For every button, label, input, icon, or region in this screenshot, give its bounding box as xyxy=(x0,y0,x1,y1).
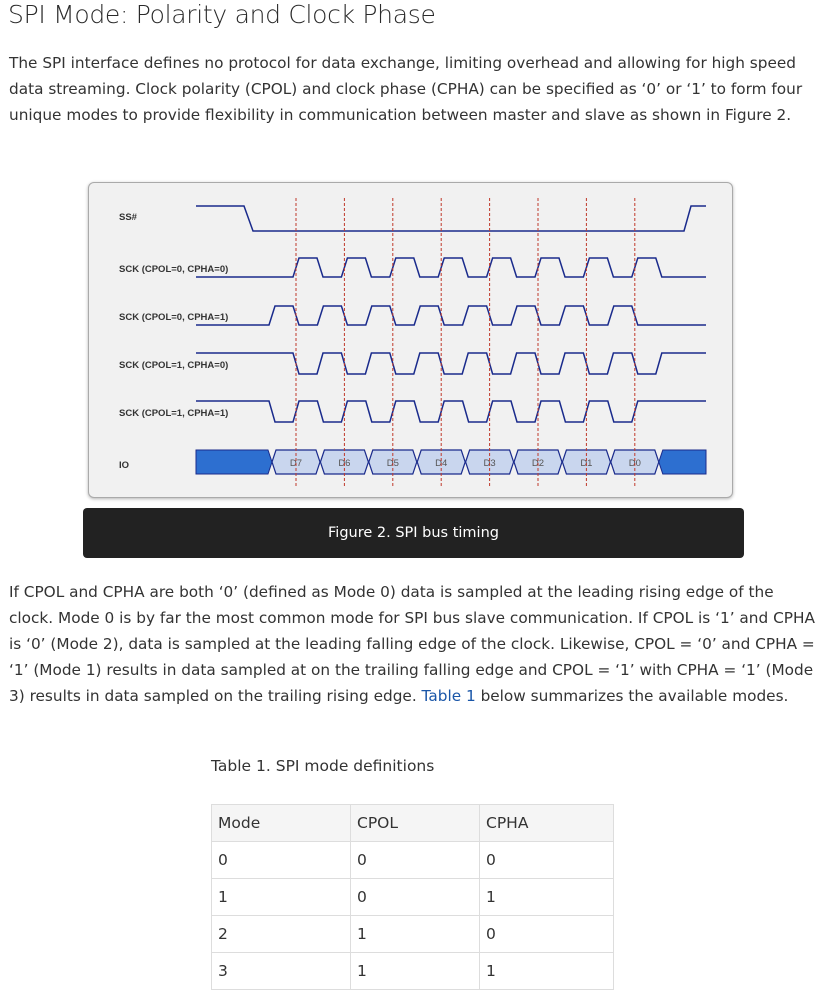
cell: 0 xyxy=(211,841,351,879)
sck-mode1-waveform xyxy=(196,305,706,326)
cell: 3 xyxy=(211,952,351,990)
cell: 0 xyxy=(479,841,614,879)
signal-label: SCK (CPOL=0, CPHA=0) xyxy=(119,264,228,275)
table-header-row: Mode CPOL CPHA xyxy=(211,804,614,842)
signal-label: SCK (CPOL=1, CPHA=0) xyxy=(119,360,228,371)
cell: 0 xyxy=(479,915,614,953)
table-row: 311 xyxy=(211,952,614,990)
io-idle-end xyxy=(658,449,707,475)
table-row: 000 xyxy=(211,841,614,879)
table-1-link[interactable]: Table 1 xyxy=(422,687,476,705)
cell: 0 xyxy=(350,841,480,879)
header-cpol: CPOL xyxy=(350,804,480,842)
body-text-end: below summarizes the available modes. xyxy=(475,687,789,705)
sck-mode0-waveform xyxy=(196,257,706,278)
spi-mode-table: Mode CPOL CPHA 000 101 210 311 xyxy=(211,804,614,990)
intro-paragraph: The SPI interface defines no protocol fo… xyxy=(9,54,803,124)
io-idle-start xyxy=(195,449,273,475)
table-row: 210 xyxy=(211,915,614,953)
cell: 1 xyxy=(350,915,480,953)
table-caption: Table 1. SPI mode definitions xyxy=(211,757,435,775)
table-row: 101 xyxy=(211,878,614,916)
sck-mode3-waveform xyxy=(196,400,706,423)
cell: 2 xyxy=(211,915,351,953)
spi-timing-diagram: SS# SCK (CPOL=0, CPHA=0) SCK (CPOL=0, CPHA… xyxy=(88,182,733,498)
cell: 1 xyxy=(211,878,351,916)
cell: 0 xyxy=(350,878,480,916)
signal-label: IO xyxy=(119,460,129,471)
cell: 1 xyxy=(479,878,614,916)
cell: 1 xyxy=(479,952,614,990)
body-paragraph: If CPOL and CPHA are both ‘0’ (defined a… xyxy=(9,579,819,709)
signal-label: SCK (CPOL=0, CPHA=1) xyxy=(119,312,228,323)
ss-waveform xyxy=(196,205,706,232)
header-mode: Mode xyxy=(211,804,351,842)
cell: 1 xyxy=(350,952,480,990)
figure-caption: Figure 2. SPI bus timing xyxy=(83,508,744,558)
signal-label: SCK (CPOL=1, CPHA=1) xyxy=(119,408,228,419)
page-title: SPI Mode: Polarity and Clock Phase xyxy=(8,0,436,29)
sck-mode2-waveform xyxy=(196,352,706,375)
signal-label: SS# xyxy=(119,212,138,223)
timing-waveforms: SS# SCK (CPOL=0, CPHA=0) SCK (CPOL=0, CPHA… xyxy=(119,198,707,488)
header-cpha: CPHA xyxy=(479,804,614,842)
